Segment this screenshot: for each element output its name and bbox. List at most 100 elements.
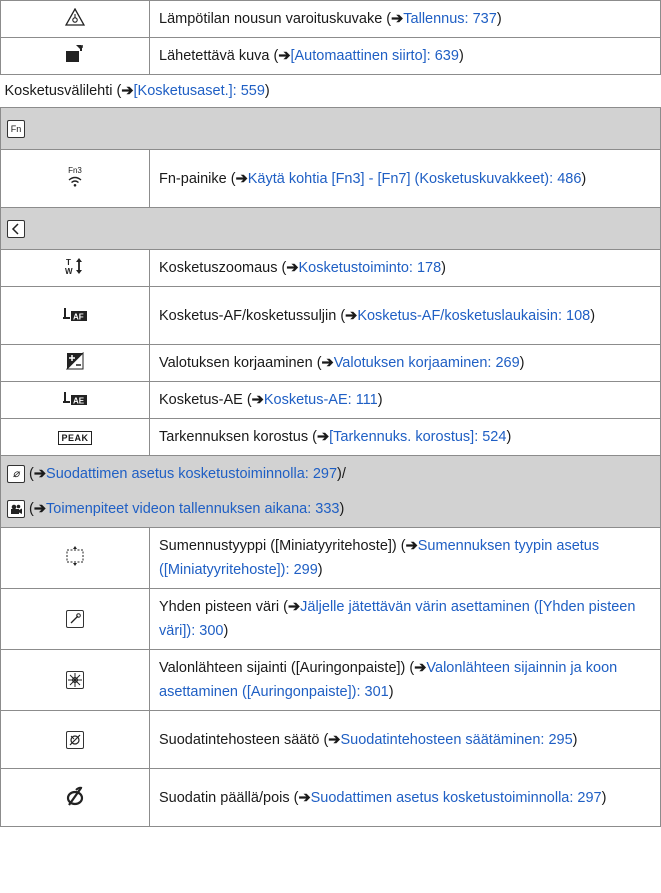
- item-text: Kosketus-AE (: [159, 392, 252, 408]
- item-text: Tarkennuksen korostus (: [159, 429, 317, 445]
- table-row: Kosketusvälilehti (➔[Kosketusaset.]: 559…: [0, 74, 661, 108]
- icon-cell: [0, 527, 150, 589]
- table-row: Suodatin päällä/pois (➔Suodattimen asetu…: [0, 768, 661, 827]
- fn-tab-icon: Fn: [7, 119, 25, 138]
- item-text: Sumennustyyppi ([Miniatyyritehoste]) (: [159, 538, 406, 554]
- page-link[interactable]: Kosketustoiminto: 178: [299, 260, 442, 276]
- description-cell: Lämpötilan nousun varoituskuvake (➔Talle…: [149, 0, 661, 38]
- header-tail: ): [339, 501, 345, 518]
- svg-text:AE: AE: [73, 397, 85, 406]
- arrow-icon: ➔: [286, 260, 299, 276]
- item-text: Suodatin päällä/pois (: [159, 789, 299, 806]
- icon-cell: AF: [0, 286, 150, 345]
- filter-adjust-icon: [66, 730, 84, 749]
- filter-tab-icon: ⌀: [7, 464, 25, 483]
- item-tail: ): [496, 11, 502, 27]
- header-cell: Fn: [0, 107, 661, 150]
- back-arrow-tab-icon: [7, 219, 25, 238]
- section-header: [0, 207, 661, 250]
- header-tail: )/: [337, 465, 346, 482]
- page-link[interactable]: Suodattimen asetus kosketustoiminnolla: …: [46, 466, 337, 482]
- page-link[interactable]: Suodatintehosteen säätäminen: 295: [340, 732, 572, 748]
- icon-cell: [0, 0, 150, 38]
- icon-cell: [0, 37, 150, 75]
- item-text: Fn-painike (: [159, 170, 236, 187]
- table-row: Lähetettävä kuva (➔[Automaattinen siirto…: [0, 37, 661, 75]
- page-link[interactable]: [Automaattinen siirto]: 639: [290, 48, 458, 64]
- note-tail: ): [264, 83, 270, 99]
- arrow-icon: ➔: [298, 789, 311, 806]
- item-tail: ): [506, 429, 512, 445]
- description-cell: Yhden pisteen väri (➔Jäljelle jätettävän…: [149, 588, 661, 650]
- peaking-icon: PEAK: [58, 431, 92, 445]
- page-link[interactable]: Kosketus-AE: 111: [264, 392, 378, 408]
- arrow-icon: ➔: [121, 83, 134, 99]
- fn3-button-icon: Fn3: [68, 166, 82, 188]
- item-tail: ): [377, 392, 383, 408]
- transfer-image-icon: [65, 45, 85, 67]
- arrow-icon: ➔: [391, 11, 404, 27]
- item-tail: ): [572, 731, 578, 748]
- arrow-icon: ➔: [251, 392, 264, 408]
- table-row: AF Kosketus-AF/kosketussuljin (➔Kosketus…: [0, 286, 661, 345]
- item-tail: ): [441, 260, 447, 276]
- description-cell: Valotuksen korjaaminen (➔Valotuksen korj…: [149, 344, 661, 382]
- icon-cell: [0, 588, 150, 650]
- arrow-icon: ➔: [33, 501, 47, 518]
- description-cell: Kosketuszoomaus (➔Kosketustoiminto: 178): [149, 249, 661, 287]
- page-link[interactable]: [Tarkennuks. korostus]: 524: [329, 429, 506, 445]
- header-cell: (➔Toimenpiteet videon tallennuksen aikan…: [0, 491, 661, 528]
- page-link[interactable]: [Kosketusaset.]: 559: [134, 83, 265, 99]
- description-cell: Fn-painike (➔Käytä kohtia [Fn3] - [Fn7] …: [149, 149, 661, 208]
- page-link[interactable]: Toimenpiteet videon tallennuksen aikana:…: [46, 501, 339, 517]
- item-tail: ): [590, 307, 596, 324]
- exposure-compensation-icon: [65, 351, 84, 374]
- table-row: Suodatintehosteen säätö (➔Suodatintehost…: [0, 710, 661, 769]
- arrow-icon: ➔: [328, 731, 341, 748]
- arrow-icon: ➔: [316, 429, 330, 445]
- page-link[interactable]: Käytä kohtia [Fn3] - [Fn7] (Kosketuskuva…: [248, 171, 582, 187]
- description-cell: Lähetettävä kuva (➔[Automaattinen siirto…: [149, 37, 661, 75]
- touch-ae-icon: AE: [62, 392, 88, 410]
- description-cell: Valonlähteen sijainti ([Auringonpaiste])…: [149, 649, 661, 711]
- item-tail: ): [388, 684, 394, 700]
- header-cell: ⌀ (➔Suodattimen asetus kosketustoiminnol…: [0, 455, 661, 492]
- description-cell: Kosketus-AF/kosketussuljin (➔Kosketus-AF…: [149, 286, 661, 345]
- svg-text:W: W: [65, 267, 73, 275]
- touch-af-icon: AF: [62, 307, 88, 326]
- page-link[interactable]: Kosketus-AF/kosketuslaukaisin: 108: [357, 308, 590, 324]
- page-link[interactable]: Suodattimen asetus kosketustoiminnolla: …: [311, 790, 602, 806]
- item-tail: ): [519, 355, 525, 371]
- section-header: (➔Toimenpiteet videon tallennuksen aikan…: [0, 491, 661, 528]
- arrow-icon: ➔: [414, 660, 427, 676]
- table-row: Sumennustyyppi ([Miniatyyritehoste]) (➔S…: [0, 527, 661, 589]
- note-cell: Kosketusvälilehti (➔[Kosketusaset.]: 559…: [0, 74, 661, 108]
- arrow-icon: ➔: [33, 465, 47, 482]
- item-tail: ): [581, 170, 587, 187]
- arrow-icon: ➔: [321, 355, 334, 371]
- temperature-warning-icon: [64, 7, 86, 30]
- item-text: Suodatintehosteen säätö (: [159, 731, 329, 748]
- page-link[interactable]: Valotuksen korjaaminen: 269: [334, 355, 520, 371]
- item-tail: ): [223, 623, 229, 639]
- item-text: Valotuksen korjaaminen (: [159, 355, 322, 371]
- item-tail: ): [317, 562, 323, 578]
- page-link[interactable]: Tallennus: 737: [403, 11, 497, 27]
- table-row: AE Kosketus-AE (➔Kosketus-AE: 111): [0, 381, 661, 419]
- icon-cell: [0, 344, 150, 382]
- icon-cell: Fn3: [0, 149, 150, 208]
- icon-cell: [0, 768, 150, 827]
- arrow-icon: ➔: [287, 599, 301, 615]
- table-row: Valonlähteen sijainti ([Auringonpaiste])…: [0, 649, 661, 711]
- description-cell: Tarkennuksen korostus (➔[Tarkennuks. kor…: [149, 418, 661, 456]
- description-cell: Kosketus-AE (➔Kosketus-AE: 111): [149, 381, 661, 419]
- video-tab-icon: [7, 500, 25, 519]
- arrow-icon: ➔: [405, 538, 418, 554]
- fn3-label: Fn3: [68, 166, 82, 175]
- item-tail: ): [458, 48, 464, 64]
- table-row: Fn3 Fn-painike (➔Käytä kohtia [Fn3] - [F…: [0, 149, 661, 208]
- icon-cell: [0, 710, 150, 769]
- description-cell: Sumennustyyppi ([Miniatyyritehoste]) (➔S…: [149, 527, 661, 589]
- section-header: Fn: [0, 107, 661, 150]
- table-row: TW Kosketuszoomaus (➔Kosketustoiminto: 1…: [0, 249, 661, 287]
